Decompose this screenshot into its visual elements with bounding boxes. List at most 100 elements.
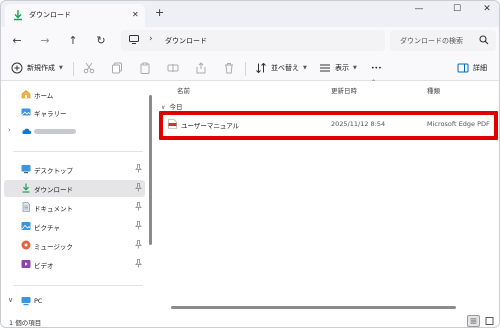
account-name-redacted xyxy=(34,129,76,134)
paste-icon[interactable] xyxy=(139,62,151,74)
sidebar-item-documents[interactable]: ドキュメント xyxy=(1,199,147,216)
new-tab-button[interactable]: + xyxy=(155,6,164,19)
sidebar-item-label: デスクトップ xyxy=(34,167,73,175)
toolbar-divider xyxy=(245,62,246,76)
details-pane-label: 詳細 xyxy=(473,64,487,72)
pin-icon[interactable] xyxy=(135,164,142,173)
maximize-button[interactable]: ☐ xyxy=(447,4,467,18)
download-icon xyxy=(22,183,30,193)
sidebar-item-videos[interactable]: ビデオ xyxy=(1,256,147,273)
address-bar[interactable]: › ダウンロード xyxy=(121,30,385,51)
home-icon xyxy=(21,90,31,99)
breadcrumb-downloads[interactable]: ダウンロード xyxy=(165,36,207,46)
sidebar-item-gallery[interactable]: ギャラリー xyxy=(1,104,147,121)
search-box[interactable]: ダウンロードの検索 xyxy=(390,30,496,51)
toolbar-divider xyxy=(73,62,74,76)
chevron-down-icon[interactable]: ∨ xyxy=(8,296,13,304)
status-bar: 1 個の項目 xyxy=(1,313,499,327)
refresh-icon[interactable]: ↻ xyxy=(93,33,109,49)
pin-icon[interactable] xyxy=(135,240,142,249)
view-button-label: 表示 xyxy=(335,64,349,72)
more-options-icon[interactable]: ••• xyxy=(371,60,382,76)
details-view-icon[interactable] xyxy=(467,315,480,327)
details-pane-button[interactable]: 詳細 xyxy=(457,60,487,76)
group-label: 今日 xyxy=(169,103,183,111)
documents-icon xyxy=(22,202,30,212)
file-explorer-window: ダウンロード ✕ + — ☐ ✕ ← → ↑ ↻ › ダウンロード ダウンロード… xyxy=(0,0,500,328)
chevron-down-icon: ▼ xyxy=(59,65,63,71)
sidebar-item-label: ダウンロード xyxy=(34,186,73,194)
tab-close-icon[interactable]: ✕ xyxy=(132,10,139,19)
tiles-view-icon[interactable] xyxy=(483,315,496,327)
sidebar-item-label: PC xyxy=(34,297,43,305)
pin-icon[interactable] xyxy=(135,202,142,211)
sidebar-item-label: ビデオ xyxy=(34,262,54,270)
sidebar-item-label: ホーム xyxy=(34,92,54,100)
minimize-button[interactable]: — xyxy=(409,4,429,18)
cut-icon[interactable] xyxy=(83,62,95,74)
sidebar-item-pc[interactable]: ∨ PC xyxy=(1,293,147,310)
title-bar: ダウンロード ✕ + — ☐ ✕ xyxy=(1,1,499,27)
details-pane-icon xyxy=(457,63,469,73)
pictures-icon xyxy=(21,222,31,230)
search-icon xyxy=(479,35,489,45)
sidebar-item-label: ギャラリー xyxy=(34,110,67,118)
column-header-type[interactable]: 種類 xyxy=(427,85,440,95)
sidebar-divider xyxy=(13,151,143,152)
sidebar-scrollbar[interactable] xyxy=(149,95,152,245)
sort-ascending-icon: ⌃ xyxy=(371,79,377,86)
forward-arrow-icon[interactable]: → xyxy=(37,33,53,49)
pin-icon[interactable] xyxy=(135,221,142,230)
share-icon[interactable] xyxy=(195,62,207,74)
navigation-pane: ホーム ギャラリー › デスクトップ ダウンロード ドキュメント ピクチャ ミュ… xyxy=(1,81,151,311)
rename-icon[interactable] xyxy=(167,62,179,74)
plus-circle-icon xyxy=(11,62,23,74)
tab-downloads[interactable]: ダウンロード ✕ xyxy=(5,4,145,27)
music-icon xyxy=(21,240,31,250)
sidebar-item-music[interactable]: ミュージック xyxy=(1,237,147,254)
onedrive-icon xyxy=(22,128,31,134)
sort-button-label: 並べ替え xyxy=(271,64,299,72)
copy-icon[interactable] xyxy=(111,62,123,74)
pc-icon xyxy=(21,297,31,306)
sidebar-divider xyxy=(13,285,143,286)
search-placeholder: ダウンロードの検索 xyxy=(400,37,463,45)
up-arrow-icon[interactable]: ↑ xyxy=(65,33,81,49)
back-arrow-icon[interactable]: ← xyxy=(9,33,25,49)
videos-icon xyxy=(21,260,31,268)
sidebar-item-label: ミュージック xyxy=(34,243,73,251)
chevron-down-icon: ▼ xyxy=(353,65,357,71)
highlight-annotation-box xyxy=(159,111,498,140)
chevron-down-icon: ∨ xyxy=(161,104,166,111)
gallery-icon xyxy=(21,108,31,116)
sidebar-item-desktop[interactable]: デスクトップ xyxy=(1,161,147,178)
new-button-label: 新規作成 xyxy=(27,64,55,72)
view-button[interactable]: 表示 ▼ xyxy=(319,60,357,76)
new-button[interactable]: 新規作成 ▼ xyxy=(11,60,63,76)
pin-icon[interactable] xyxy=(135,183,142,192)
column-header-name[interactable]: 名前 xyxy=(177,85,190,95)
download-icon xyxy=(14,10,22,21)
chevron-right-icon[interactable]: › xyxy=(8,126,11,134)
sidebar-item-pictures[interactable]: ピクチャ xyxy=(1,218,147,235)
item-count: 1 個の項目 xyxy=(9,319,42,327)
sort-icon xyxy=(256,62,266,74)
sidebar-item-downloads[interactable]: ダウンロード xyxy=(4,180,145,197)
sidebar-item-label: ピクチャ xyxy=(34,224,60,232)
navigation-bar: ← → ↑ ↻ › ダウンロード ダウンロードの検索 xyxy=(1,27,499,55)
chevron-down-icon: ▼ xyxy=(303,65,307,71)
sidebar-item-home[interactable]: ホーム xyxy=(1,86,147,103)
horizontal-scrollbar[interactable] xyxy=(171,306,456,309)
breadcrumb-chevron-icon: › xyxy=(149,34,153,44)
sidebar-item-label: ドキュメント xyxy=(34,205,73,213)
view-list-icon xyxy=(320,64,330,72)
column-header-modified[interactable]: 更新日時 xyxy=(331,85,357,95)
group-header-today[interactable]: ∨ 今日 xyxy=(161,101,182,111)
tab-title: ダウンロード xyxy=(29,11,71,19)
pin-icon[interactable] xyxy=(135,259,142,268)
sort-button[interactable]: 並べ替え ▼ xyxy=(255,60,307,76)
sidebar-item-onedrive[interactable]: › xyxy=(1,123,147,140)
desktop-icon xyxy=(21,165,31,174)
delete-icon[interactable] xyxy=(223,62,235,74)
close-button[interactable]: ✕ xyxy=(477,4,497,18)
